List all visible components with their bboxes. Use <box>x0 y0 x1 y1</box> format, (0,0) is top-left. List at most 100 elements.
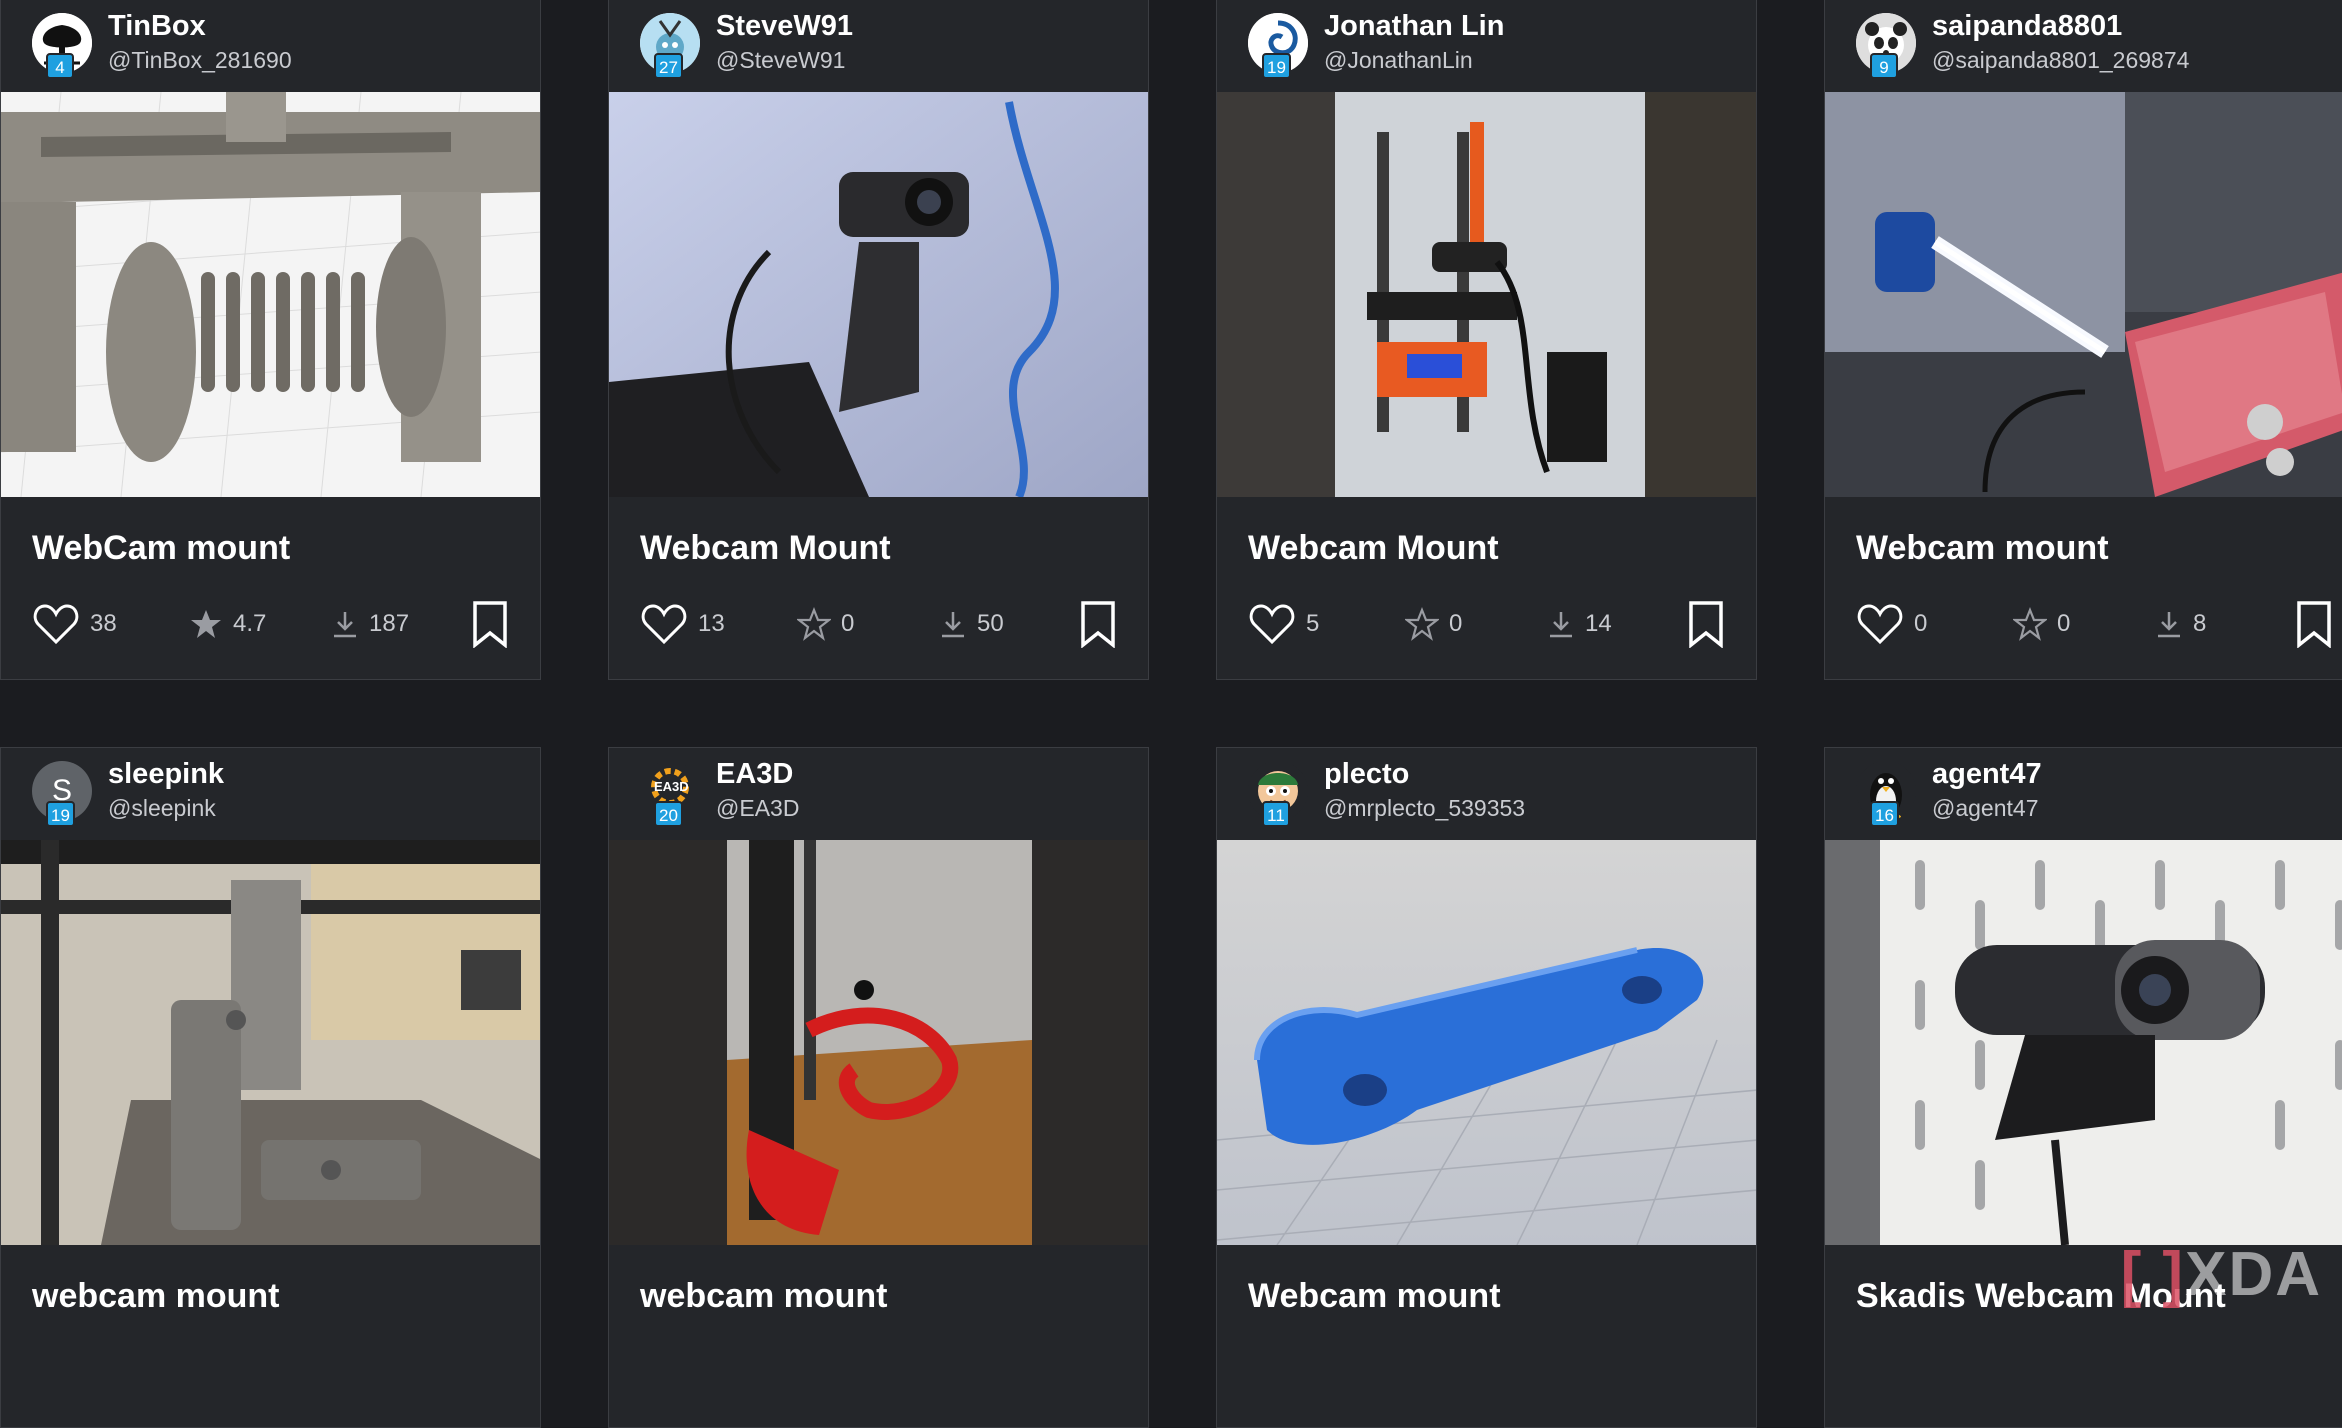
rating-value: 0 <box>841 610 855 637</box>
level-badge: 20 <box>654 801 683 827</box>
webcam-photo-icon <box>609 92 1148 497</box>
card-header: 27 SteveW91 @SteveW91 <box>609 0 1148 92</box>
watermark-text: XDA <box>2185 1240 2322 1309</box>
card-header: 4 TinBox @TinBox_281690 <box>1 0 540 92</box>
username[interactable]: SteveW91 <box>716 10 853 43</box>
level-badge: 16 <box>1870 801 1899 827</box>
username[interactable]: plecto <box>1324 758 1409 791</box>
user-handle[interactable]: @TinBox_281690 <box>108 47 292 74</box>
model-card[interactable]: 9 saipanda8801 @saipanda8801_269874 Webc… <box>1824 0 2342 680</box>
like-button[interactable]: 0 <box>1856 600 1927 648</box>
model-card[interactable]: S 19 sleepink @sleepink webcam mount <box>0 747 541 1428</box>
rating: 0 <box>2013 600 2070 648</box>
model-title[interactable]: Webcam Mount <box>1248 529 1499 568</box>
heart-icon <box>1856 602 1904 646</box>
card-header: 19 Jonathan Lin @JonathanLin <box>1217 0 1756 92</box>
card-header: EA3D 20 EA3D @EA3D <box>609 748 1148 840</box>
bookmark-button[interactable] <box>2294 600 2334 648</box>
led-webcam-photo-icon <box>1825 92 2342 497</box>
like-count: 5 <box>1306 610 1320 637</box>
card-stats: 13 0 50 <box>609 596 1148 656</box>
bookmark-button[interactable] <box>470 600 510 648</box>
model-card[interactable]: 27 SteveW91 @SteveW91 Webcam Mount 13 0 … <box>608 0 1149 680</box>
rating-value: 0 <box>1449 610 1463 637</box>
model-thumbnail[interactable] <box>1825 840 2342 1245</box>
star-outline-icon <box>1405 607 1439 641</box>
user-handle[interactable]: @saipanda8801_269874 <box>1932 47 2189 74</box>
username[interactable]: agent47 <box>1932 758 2042 791</box>
model-title[interactable]: webcam mount <box>32 1277 279 1316</box>
card-header: 11 plecto @mrplecto_539353 <box>1217 748 1756 840</box>
logo-text: EA3D <box>654 779 689 794</box>
level-badge: 19 <box>1262 53 1291 79</box>
rating: 0 <box>1405 600 1462 648</box>
like-button[interactable]: 5 <box>1248 600 1319 648</box>
like-count: 13 <box>698 610 725 637</box>
download-count-area: 187 <box>331 600 409 648</box>
username[interactable]: TinBox <box>108 10 206 43</box>
bookmark-icon <box>2297 601 2331 648</box>
model-thumbnail[interactable] <box>1217 92 1756 497</box>
download-count-area: 50 <box>939 600 1004 648</box>
bookmark-icon <box>473 601 507 648</box>
card-header: 9 saipanda8801 @saipanda8801_269874 <box>1825 0 2342 92</box>
user-handle[interactable]: @mrplecto_539353 <box>1324 795 1525 822</box>
like-button[interactable]: 13 <box>640 600 725 648</box>
download-count-area: 8 <box>2155 600 2206 648</box>
model-title[interactable]: webcam mount <box>640 1277 887 1316</box>
like-count: 38 <box>90 610 117 637</box>
model-card[interactable]: 19 Jonathan Lin @JonathanLin Webcam Moun… <box>1216 0 1757 680</box>
user-handle[interactable]: @sleepink <box>108 795 216 822</box>
like-count: 0 <box>1914 610 1928 637</box>
level-badge: 9 <box>1870 53 1898 79</box>
bookmark-button[interactable] <box>1078 600 1118 648</box>
star-outline-icon <box>2013 607 2047 641</box>
red-mount-photo-icon <box>609 840 1148 1245</box>
model-title[interactable]: WebCam mount <box>32 529 290 568</box>
heart-icon <box>32 602 80 646</box>
username[interactable]: EA3D <box>716 758 793 791</box>
download-icon <box>939 609 967 639</box>
user-handle[interactable]: @agent47 <box>1932 795 2039 822</box>
model-card[interactable]: 16 agent47 @agent47 Skadis Webcam Mount <box>1824 747 2342 1428</box>
level-badge: 19 <box>46 801 75 827</box>
model-card[interactable]: 4 TinBox @TinBox_281690 WebCam mount 38 … <box>0 0 541 680</box>
level-badge: 4 <box>46 53 74 79</box>
model-thumbnail[interactable] <box>1 840 540 1245</box>
bookmark-icon <box>1689 601 1723 648</box>
blue-arm-render-icon <box>1217 840 1756 1245</box>
download-count: 187 <box>369 610 410 637</box>
bookmark-button[interactable] <box>1686 600 1726 648</box>
rating-value: 4.7 <box>233 610 267 637</box>
model-card[interactable]: EA3D 20 EA3D @EA3D webcam mount <box>608 747 1149 1428</box>
model-thumbnail[interactable] <box>609 840 1148 1245</box>
username[interactable]: saipanda8801 <box>1932 10 2122 43</box>
model-thumbnail[interactable] <box>1 92 540 497</box>
username[interactable]: sleepink <box>108 758 224 791</box>
level-badge: 11 <box>1262 801 1290 827</box>
rating: 0 <box>797 600 854 648</box>
username[interactable]: Jonathan Lin <box>1324 10 1504 43</box>
star-filled-icon <box>189 607 223 641</box>
user-handle[interactable]: @EA3D <box>716 795 799 822</box>
download-count: 50 <box>977 610 1004 637</box>
model-thumbnail[interactable] <box>1825 92 2342 497</box>
model-title[interactable]: Webcam Mount <box>640 529 891 568</box>
model-thumbnail[interactable] <box>609 92 1148 497</box>
card-stats: 0 0 8 <box>1825 596 2342 656</box>
card-header: S 19 sleepink @sleepink <box>1 748 540 840</box>
model-title[interactable]: Webcam mount <box>1856 529 2109 568</box>
user-handle[interactable]: @SteveW91 <box>716 47 845 74</box>
printer-enclosure-photo-icon <box>1217 92 1756 497</box>
cad-clamp-render-icon <box>1 92 540 497</box>
bookmark-icon <box>1081 601 1115 648</box>
card-header: 16 agent47 @agent47 <box>1825 748 2342 840</box>
model-thumbnail[interactable] <box>1217 840 1756 1245</box>
model-title[interactable]: Webcam mount <box>1248 1277 1501 1316</box>
download-icon <box>2155 609 2183 639</box>
user-handle[interactable]: @JonathanLin <box>1324 47 1473 74</box>
model-card[interactable]: 11 plecto @mrplecto_539353 Webcam mount <box>1216 747 1757 1428</box>
star-outline-icon <box>797 607 831 641</box>
like-button[interactable]: 38 <box>32 600 117 648</box>
rating-value: 0 <box>2057 610 2071 637</box>
